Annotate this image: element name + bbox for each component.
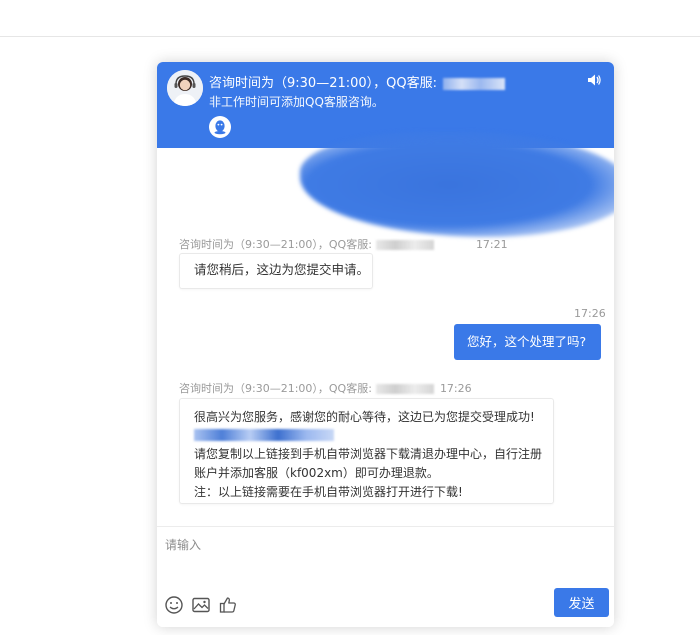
qq-penguin-icon[interactable] <box>209 116 231 138</box>
input-area: 发送 <box>157 526 614 627</box>
image-icon[interactable] <box>191 595 211 615</box>
message-text-line: 请您复制以上链接到手机自带浏览器下载清退办理中心，自行注册账户并添加客服（kf0… <box>194 447 543 480</box>
redacted-qq-number <box>375 240 434 250</box>
message-bubble-agent: 很高兴为您服务，感谢您的耐心等待，这边已为您提交受理成功! 请您复制以上链接到手… <box>179 398 554 504</box>
speaker-icon[interactable] <box>586 72 602 88</box>
message-time: 17:26 <box>574 307 606 320</box>
message-meta-label: 咨询时间为（9:30—21:00），QQ客服: <box>179 382 372 395</box>
agent-avatar <box>167 70 203 106</box>
redacted-qq-number <box>375 384 434 394</box>
message-input[interactable] <box>163 537 467 553</box>
message-meta: 咨询时间为（9:30—21:00），QQ客服: 17:21 <box>179 236 508 252</box>
message-text: 请您稍后，这边为您提交申请。 <box>194 262 370 277</box>
message-time: 17:26 <box>439 382 472 395</box>
redacted-qq-number <box>443 77 506 90</box>
page-divider <box>0 36 700 37</box>
message-meta-label: 咨询时间为（9:30—21:00），QQ客服: <box>179 238 372 251</box>
header-consult-hours: 咨询时间为（9:30—21:00），QQ客服: <box>209 72 506 91</box>
message-text-line: 注：以上链接需要在手机自带浏览器打开进行下载! <box>194 485 463 499</box>
header-consult-hours-text: 咨询时间为（9:30—21:00），QQ客服: <box>209 76 438 91</box>
emoji-icon[interactable] <box>164 595 184 615</box>
message-text: 您好，这个处理了吗? <box>467 334 587 349</box>
redaction-scribble <box>300 132 614 237</box>
message-time: 17:21 <box>475 238 508 251</box>
thumbs-up-icon[interactable] <box>218 595 238 615</box>
message-meta: 咨询时间为（9:30—21:00），QQ客服: 17:26 <box>179 380 472 396</box>
redacted-link <box>194 429 334 441</box>
message-bubble-agent: 请您稍后，这边为您提交申请。 <box>179 253 373 289</box>
chat-window: 咨询时间为（9:30—21:00），QQ客服: 非工作时间可添加QQ客服咨询。 … <box>157 62 614 627</box>
header-off-hours-note: 非工作时间可添加QQ客服咨询。 <box>209 95 384 109</box>
message-text-line: 很高兴为您服务，感谢您的耐心等待，这边已为您提交受理成功! <box>194 410 535 424</box>
send-button[interactable]: 发送 <box>554 588 609 617</box>
message-bubble-user: 您好，这个处理了吗? <box>454 324 601 360</box>
